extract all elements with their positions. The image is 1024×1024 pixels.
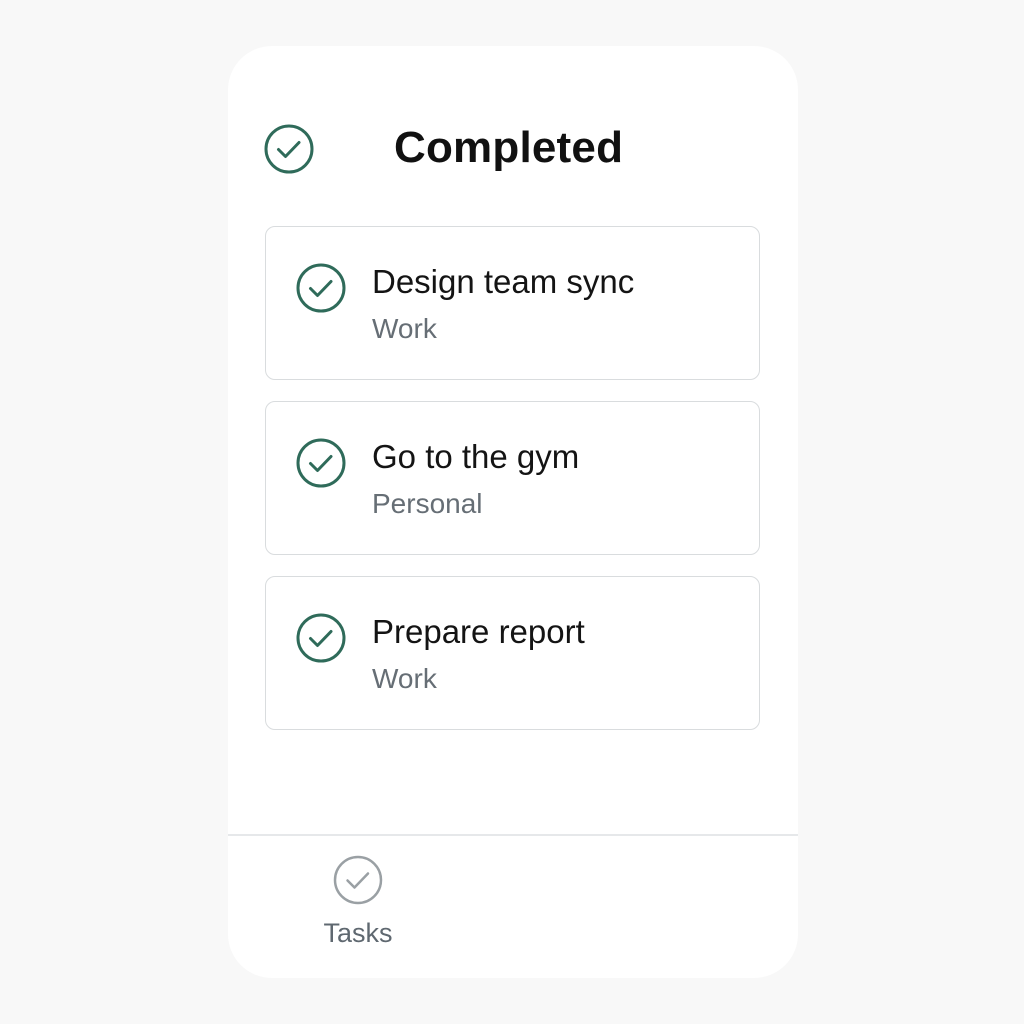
task-title: Design team sync: [372, 263, 635, 300]
tab-label: Tasks: [323, 918, 393, 948]
task-card[interactable]: Design team sync Work: [265, 226, 760, 380]
task-category: Work: [372, 313, 437, 344]
task-title: Go to the gym: [372, 438, 580, 475]
tab-tasks[interactable]: Tasks: [310, 854, 406, 954]
task-list: Design team sync Work Go to the gym Pers…: [265, 226, 760, 751]
task-category: Work: [372, 663, 437, 694]
header: Completed: [228, 46, 798, 246]
task-title: Prepare report: [372, 613, 585, 650]
task-card[interactable]: Prepare report Work: [265, 576, 760, 730]
task-category: Personal: [372, 488, 483, 519]
check-circle-icon: [264, 124, 314, 174]
app-screen: Completed Design team sync Work Go to th…: [228, 46, 798, 978]
task-card[interactable]: Go to the gym Personal: [265, 401, 760, 555]
check-circle-icon: [332, 854, 384, 906]
page-title: Completed: [394, 123, 624, 172]
check-circle-icon[interactable]: [296, 263, 346, 313]
check-circle-icon[interactable]: [296, 438, 346, 488]
check-circle-icon[interactable]: [296, 613, 346, 663]
tab-bar: Tasks: [228, 836, 798, 978]
